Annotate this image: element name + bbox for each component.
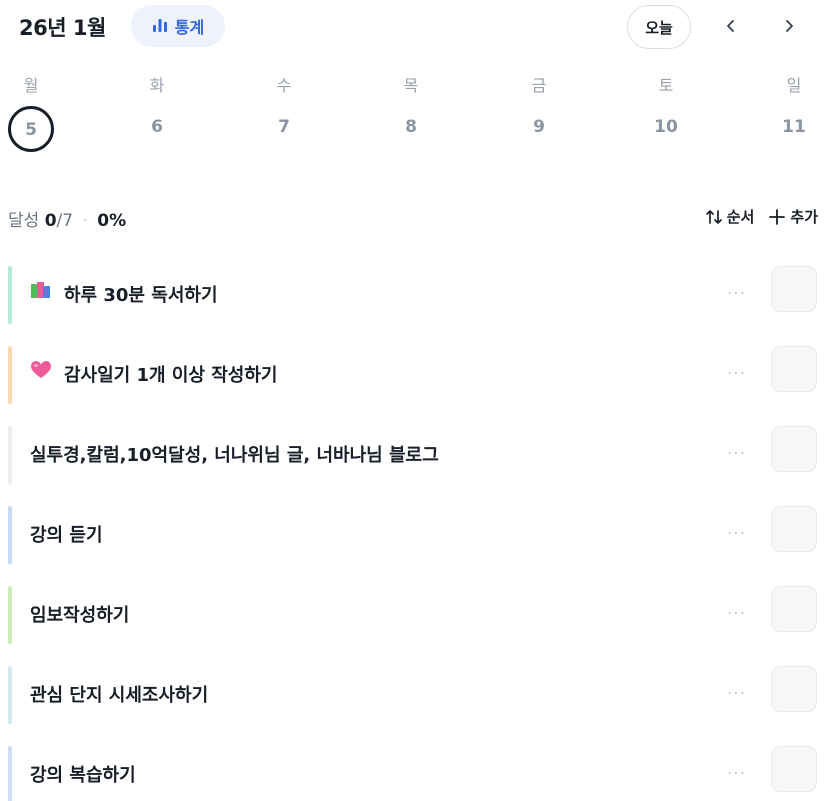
chevron-right-icon	[786, 20, 793, 32]
sort-button[interactable]: 순서	[705, 206, 755, 227]
list-item: 감사일기 1개 이상 작성하기 ···	[0, 336, 836, 416]
more-options-icon[interactable]: ···	[722, 762, 752, 786]
habit-list: 하루 30분 독서하기 ··· 감사일기 1개 이상 작성하기 ··· 실투경,…	[0, 256, 836, 801]
next-week-button[interactable]	[773, 10, 805, 42]
list-item: 관심 단지 시세조사하기 ···	[0, 656, 836, 736]
item-label[interactable]: 하루 30분 독서하기	[30, 256, 218, 336]
more-options-icon[interactable]: ···	[722, 442, 752, 466]
day-number[interactable]: 8	[388, 106, 434, 152]
day-number[interactable]: 7	[261, 106, 307, 152]
bar-chart-icon	[152, 16, 169, 37]
add-label: 추가	[790, 208, 818, 226]
day-name: 토	[658, 76, 674, 95]
color-bar	[8, 426, 12, 484]
more-options-icon[interactable]: ···	[722, 362, 752, 386]
day-number-selected[interactable]: 5	[8, 106, 54, 152]
month-title: 26년 1월	[19, 16, 106, 40]
day-column: 토 10	[636, 66, 696, 152]
achievement-total: /7	[56, 211, 74, 231]
color-bar	[8, 666, 12, 724]
color-bar	[8, 746, 12, 801]
day-name: 금	[531, 76, 547, 95]
day-number[interactable]: 11	[771, 106, 817, 152]
completion-checkbox[interactable]	[771, 506, 817, 552]
day-column: 일 11	[764, 66, 824, 152]
day-name: 수	[276, 76, 292, 95]
completion-checkbox[interactable]	[771, 586, 817, 632]
color-bar	[8, 506, 12, 564]
item-label[interactable]: 강의 복습하기	[30, 736, 136, 801]
list-item: 하루 30분 독서하기 ···	[0, 256, 836, 336]
completion-checkbox[interactable]	[771, 266, 817, 312]
list-item: 임보작성하기 ···	[0, 576, 836, 656]
add-button[interactable]: 추가	[768, 206, 818, 227]
completion-checkbox[interactable]	[771, 426, 817, 472]
day-number[interactable]: 10	[643, 106, 689, 152]
day-column: 금 9	[509, 66, 569, 152]
prev-week-button[interactable]	[715, 10, 747, 42]
day-column: 화 6	[127, 66, 187, 152]
stats-label: 통계	[174, 18, 205, 37]
day-name: 월	[23, 76, 39, 95]
day-number[interactable]: 9	[516, 106, 562, 152]
day-name: 일	[786, 76, 802, 95]
day-number[interactable]: 6	[134, 106, 180, 152]
more-options-icon[interactable]: ···	[722, 282, 752, 306]
calendar-header: 26년 1월 통계 오늘	[0, 0, 836, 56]
list-item: 강의 복습하기 ···	[0, 736, 836, 801]
completion-checkbox[interactable]	[771, 666, 817, 712]
more-options-icon[interactable]: ···	[722, 682, 752, 706]
item-label[interactable]: 강의 듣기	[30, 496, 103, 576]
color-bar	[8, 346, 12, 404]
achievement-label: 달성	[8, 211, 40, 231]
color-bar	[8, 586, 12, 644]
chevron-left-icon	[727, 20, 734, 32]
list-tools: 순서 추가	[705, 206, 818, 227]
day-column: 목 8	[381, 66, 441, 152]
plus-icon	[769, 208, 786, 225]
item-label[interactable]: 감사일기 1개 이상 작성하기	[30, 336, 277, 416]
day-name: 목	[403, 76, 419, 95]
list-item: 강의 듣기 ···	[0, 496, 836, 576]
summary-separator: ·	[82, 211, 88, 231]
day-column: 월 5	[1, 66, 61, 152]
sort-label: 순서	[726, 208, 755, 226]
list-item: 실투경,칼럼,10억달성, 너나위님 글, 너바나님 블로그 ···	[0, 416, 836, 496]
heart-icon	[30, 335, 52, 415]
item-label[interactable]: 실투경,칼럼,10억달성, 너나위님 글, 너바나님 블로그	[30, 416, 439, 496]
achievement-summary: 달성 0/7 · 0%	[8, 206, 126, 231]
item-label[interactable]: 관심 단지 시세조사하기	[30, 656, 208, 736]
today-button[interactable]: 오늘	[627, 5, 691, 49]
completion-checkbox[interactable]	[771, 346, 817, 392]
more-options-icon[interactable]: ···	[722, 522, 752, 546]
completion-checkbox[interactable]	[771, 746, 817, 792]
more-options-icon[interactable]: ···	[722, 602, 752, 626]
sort-icon	[705, 209, 722, 224]
day-name: 화	[149, 76, 165, 95]
item-label[interactable]: 임보작성하기	[30, 576, 129, 656]
day-column: 수 7	[254, 66, 314, 152]
books-icon	[30, 255, 52, 335]
week-strip: 월 5 화 6 수 7 목 8 금 9 토 10 일 11	[0, 66, 836, 166]
achievement-percent: 0%	[97, 211, 127, 231]
color-bar	[8, 266, 12, 324]
stats-button[interactable]: 통계	[131, 5, 225, 47]
achievement-done: 0	[44, 211, 57, 231]
